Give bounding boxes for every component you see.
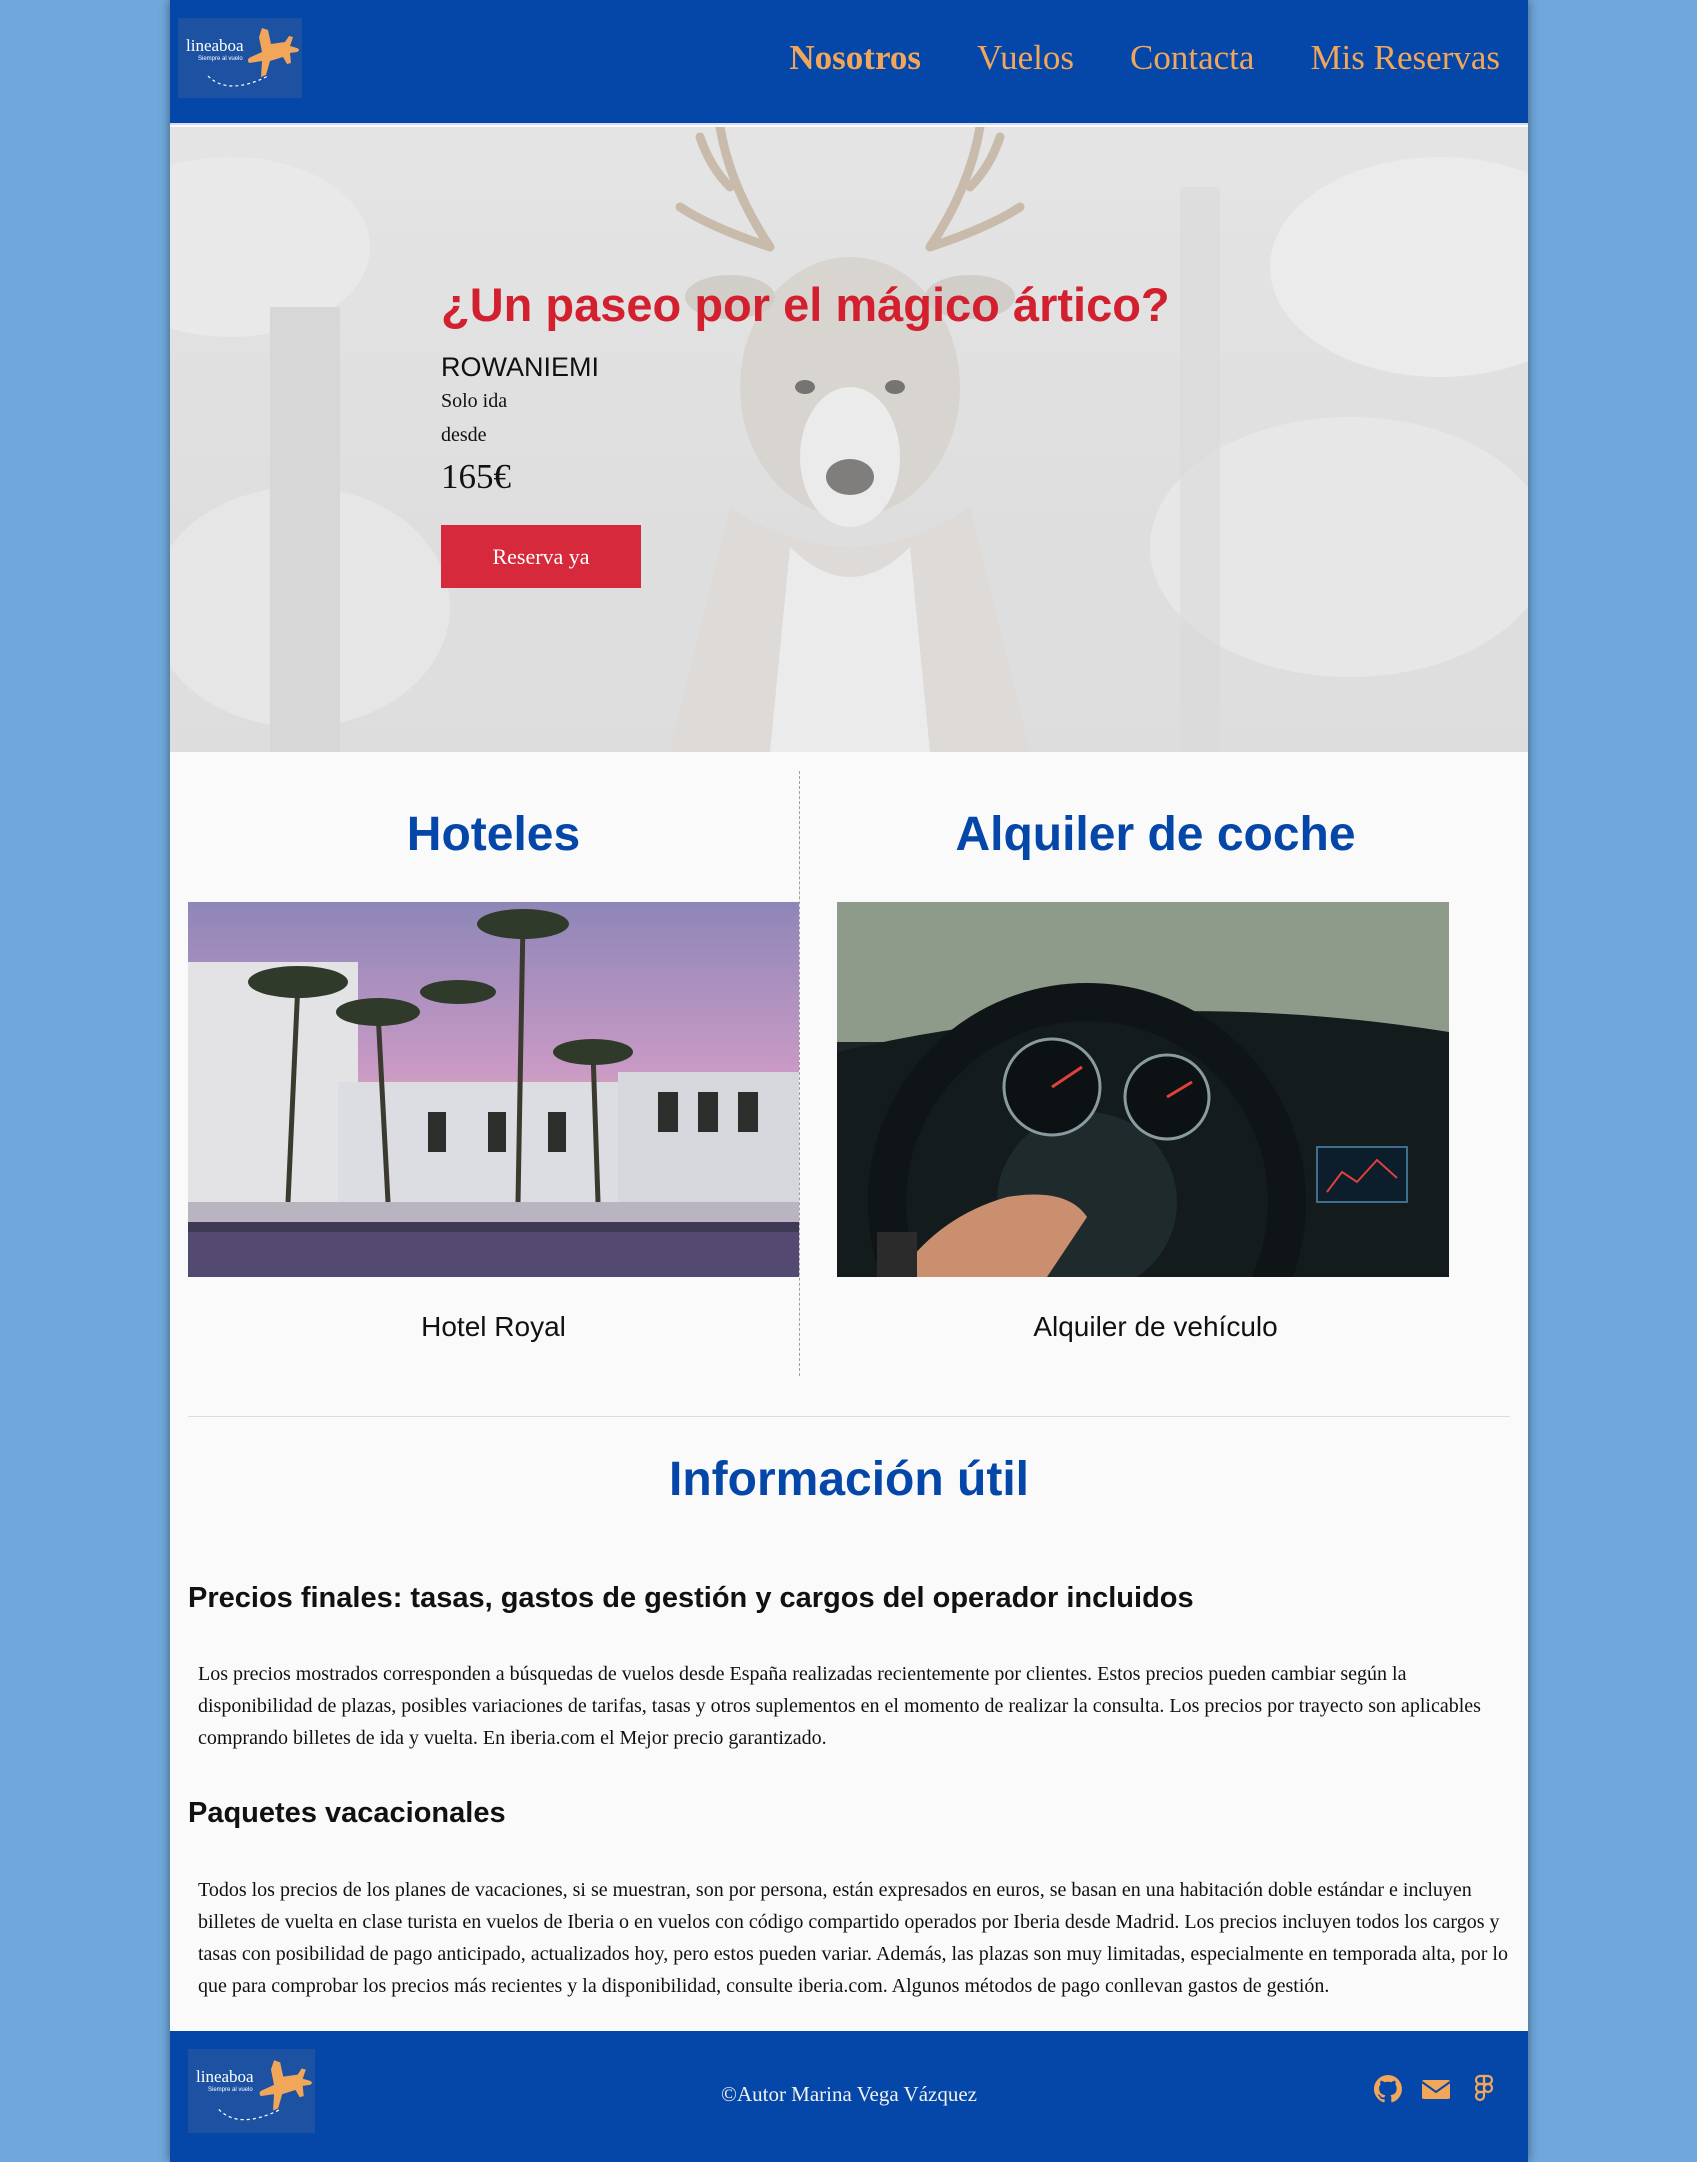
section-divider <box>188 1416 1510 1417</box>
nav-link-vuelos[interactable]: Vuelos <box>977 38 1074 78</box>
hotel-image[interactable] <box>188 902 799 1277</box>
book-now-button[interactable]: Reserva ya <box>441 525 641 588</box>
hero-destination: ROWANIEMI <box>441 352 599 382</box>
envelope-icon[interactable] <box>1420 2073 1452 2105</box>
site-logo[interactable]: lineaboa Siempre al vuelo <box>178 18 302 98</box>
nav-link-mis-reservas[interactable]: Mis Reservas <box>1310 38 1500 78</box>
github-icon[interactable] <box>1372 2073 1404 2105</box>
logo-brand: lineaboa <box>186 36 244 55</box>
info-text-prices: Los precios mostrados corresponden a bús… <box>198 1663 1481 1749</box>
page: lineaboa Siempre al vuelo Nosotros Vuelo… <box>170 0 1528 2162</box>
info-title: Información útil <box>669 1453 1029 1506</box>
hero-content: ¿Un paseo por el mágico ártico? ROWANIEM… <box>441 277 1170 588</box>
nav-link-nosotros[interactable]: Nosotros <box>789 38 921 78</box>
hotels-section: Hoteles Hotel Royal <box>188 771 800 1376</box>
car-rental-title: Alquiler de coche <box>955 808 1356 861</box>
car-dashboard-image[interactable] <box>837 902 1449 1277</box>
site-header: lineaboa Siempre al vuelo Nosotros Vuelo… <box>170 0 1528 125</box>
hero-trip-type: Solo ida <box>441 390 508 412</box>
main-nav: Nosotros Vuelos Contacta Mis Reservas <box>789 38 1500 78</box>
site-footer: lineaboa Siempre al vuelo ©Autor Marina … <box>170 2031 1528 2162</box>
hero-price: 165€ <box>441 457 511 496</box>
footer-copyright: ©Autor Marina Vega Vázquez <box>720 2082 977 2106</box>
info-heading-prices: Precios finales: tasas, gastos de gestió… <box>188 1582 1194 1614</box>
hero-title: ¿Un paseo por el mágico ártico? <box>441 278 1170 331</box>
figma-icon[interactable] <box>1468 2073 1500 2105</box>
hotels-title: Hoteles <box>406 808 581 861</box>
info-heading-packages: Paquetes vacacionales <box>188 1797 506 1829</box>
nav-link-contacta[interactable]: Contacta <box>1130 38 1254 78</box>
logo-tagline: Siempre al vuelo <box>198 56 243 62</box>
hero-from-label: desde <box>441 424 487 446</box>
social-links <box>1372 2073 1500 2105</box>
hotel-caption[interactable]: Hotel Royal <box>188 1311 799 1343</box>
car-rental-caption[interactable]: Alquiler de vehículo <box>801 1311 1510 1343</box>
hero-banner: ¿Un paseo por el mágico ártico? ROWANIEM… <box>170 127 1528 752</box>
info-text-packages: Todos los precios de los planes de vacac… <box>198 1879 1508 1997</box>
